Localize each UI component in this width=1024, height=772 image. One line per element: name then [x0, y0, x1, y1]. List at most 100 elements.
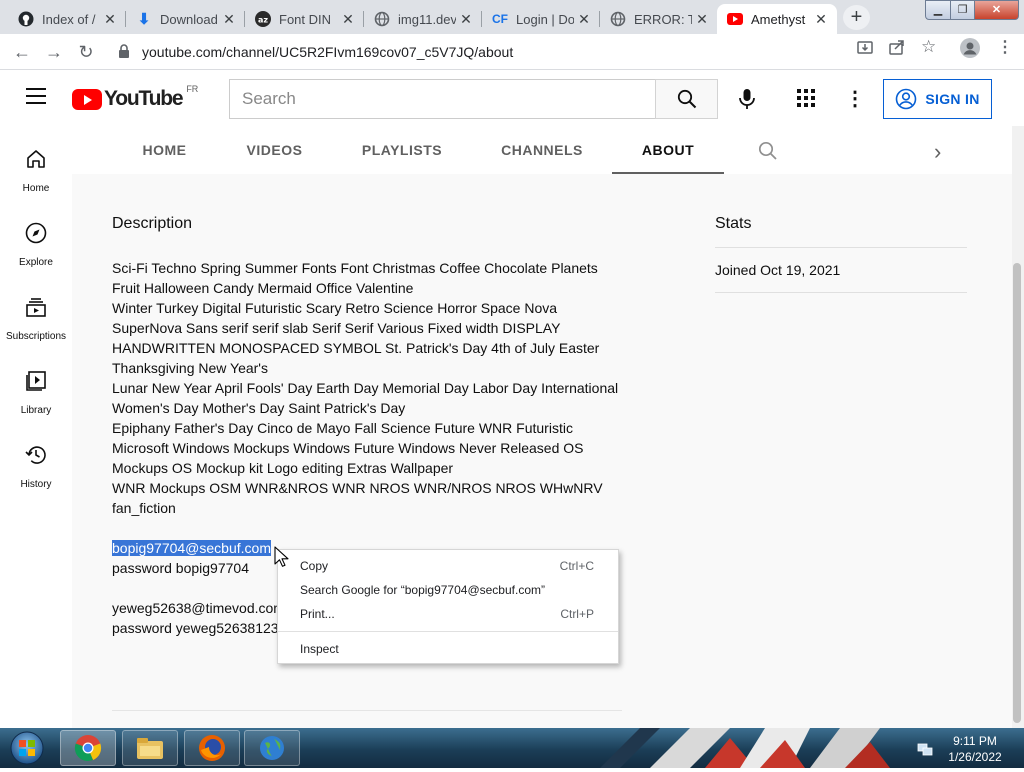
- start-button[interactable]: [3, 729, 51, 767]
- description-line: HANDWRITTEN MONOSPACED SYMBOL St. Patric…: [112, 340, 600, 356]
- reload-icon[interactable]: ↻: [72, 38, 100, 66]
- scrollbar-thumb[interactable]: [1013, 263, 1021, 723]
- explorer-icon: [137, 738, 163, 759]
- taskbar-clock[interactable]: 9:11 PM 1/26/2022: [940, 733, 1010, 765]
- browser-tab[interactable]: img11.dev ✕: [364, 4, 482, 34]
- font-site-icon: az: [255, 11, 271, 27]
- browser-tab[interactable]: az Font DIN ✕: [245, 4, 364, 34]
- sign-in-label: SIGN IN: [925, 91, 980, 107]
- masthead: YouTube FR ⋮ SIGN IN: [0, 70, 1024, 126]
- menu-item-label: Copy: [300, 559, 329, 573]
- divider: [112, 710, 622, 711]
- close-icon[interactable]: ✕: [692, 11, 712, 28]
- globe-icon: [374, 11, 390, 27]
- address-bar[interactable]: youtube.com/channel/UC5R2FIvm169cov07_c5…: [110, 37, 950, 67]
- share-icon[interactable]: [889, 39, 905, 59]
- tab-title: ERROR: Th: [634, 11, 692, 27]
- search-icon: [677, 89, 697, 109]
- close-icon[interactable]: ✕: [574, 11, 594, 28]
- taskbar-firefox[interactable]: [184, 730, 240, 766]
- guide-item-subscriptions[interactable]: Subscriptions: [0, 286, 72, 356]
- compass-icon: [25, 222, 47, 244]
- guide-item-library[interactable]: Library: [0, 360, 72, 430]
- guide-label: Subscriptions: [5, 331, 67, 342]
- chevron-right-icon[interactable]: ›: [934, 139, 941, 165]
- install-icon[interactable]: [857, 39, 873, 59]
- browser-tab[interactable]: ERROR: Th ✕: [600, 4, 718, 34]
- close-icon[interactable]: ✕: [811, 11, 831, 28]
- divider: [715, 247, 967, 248]
- tab-title: Download: [160, 11, 218, 27]
- guide-item-home[interactable]: Home: [0, 138, 72, 208]
- context-menu-inspect[interactable]: Inspect: [278, 638, 618, 660]
- context-menu-search-google[interactable]: Search Google for “bopig97704@secbuf.com…: [278, 579, 618, 601]
- search-button[interactable]: [655, 79, 718, 119]
- guide-item-explore[interactable]: Explore: [0, 212, 72, 282]
- close-icon[interactable]: ✕: [338, 11, 358, 28]
- globe-icon: [610, 11, 626, 27]
- tab-channels[interactable]: CHANNELS: [492, 126, 592, 174]
- close-icon[interactable]: ✕: [219, 11, 239, 28]
- browser-tab[interactable]: ⬇ Download ✕: [126, 4, 245, 34]
- guide-item-history[interactable]: History: [0, 434, 72, 504]
- maximize-button[interactable]: ❐: [950, 0, 975, 20]
- menu-item-shortcut: Ctrl+C: [559, 559, 594, 573]
- guide-label: History: [20, 479, 52, 490]
- network-icon[interactable]: [917, 740, 933, 756]
- description-line: Microsoft Windows Mockups Windows Future…: [112, 440, 584, 456]
- logo-text: YouTube: [104, 87, 184, 110]
- context-menu-copy[interactable]: Copy Ctrl+C: [278, 555, 618, 577]
- taskbar-explorer[interactable]: [122, 730, 178, 766]
- lock-icon: [118, 44, 130, 61]
- selected-email[interactable]: bopig97704@secbuf.com: [112, 540, 271, 556]
- tab-playlists[interactable]: PLAYLISTS: [352, 126, 452, 174]
- window-close-button[interactable]: ✕: [974, 0, 1019, 20]
- back-icon[interactable]: ←: [8, 38, 36, 66]
- close-icon[interactable]: ✕: [456, 11, 476, 28]
- tab-title: Login | Do: [516, 11, 574, 27]
- page-scrollbar[interactable]: [1012, 126, 1024, 728]
- guide-label: Explore: [19, 257, 53, 268]
- mouse-cursor-icon: [274, 546, 289, 567]
- forward-icon[interactable]: →: [40, 38, 68, 66]
- stats-heading: Stats: [715, 215, 752, 232]
- cloudflare-icon: CF: [492, 12, 508, 26]
- search-icon[interactable]: [758, 141, 778, 161]
- menu-item-label: Inspect: [300, 642, 339, 656]
- microphone-icon[interactable]: [734, 86, 760, 112]
- taskbar-globe-app[interactable]: [244, 730, 300, 766]
- search-input[interactable]: [230, 80, 656, 118]
- joined-date: Joined Oct 19, 2021: [715, 262, 841, 278]
- download-icon: ⬇: [137, 11, 151, 28]
- settings-more-icon[interactable]: ⋮: [845, 88, 865, 110]
- search-box[interactable]: [229, 79, 656, 119]
- youtube-logo[interactable]: YouTube FR: [72, 84, 198, 111]
- browser-tab[interactable]: CF Login | Do ✕: [482, 4, 600, 34]
- browser-tab[interactable]: Index of / ✕: [8, 4, 126, 34]
- browser-tab-active[interactable]: Amethyst ✕: [717, 4, 837, 34]
- tab-title: Index of /: [42, 11, 96, 27]
- tab-about[interactable]: ABOUT: [612, 126, 724, 174]
- windows-start-icon: [10, 731, 44, 765]
- profile-icon[interactable]: [960, 38, 980, 62]
- taskbar-chrome[interactable]: [60, 730, 116, 766]
- bookmark-star-icon[interactable]: ☆: [921, 37, 936, 57]
- sign-in-button[interactable]: SIGN IN: [883, 79, 992, 119]
- description-line: Epiphany Father's Day Cinco de Mayo Fall…: [112, 420, 573, 436]
- description-line: Fruit Halloween Candy Mermaid Office Val…: [112, 280, 414, 296]
- context-menu-print[interactable]: Print... Ctrl+P: [278, 603, 618, 625]
- tab-home[interactable]: HOME: [122, 126, 207, 174]
- svg-text:az: az: [258, 16, 268, 25]
- context-menu: Copy Ctrl+C Search Google for “bopig9770…: [277, 549, 619, 664]
- apps-grid-icon[interactable]: [796, 88, 818, 110]
- menu-icon[interactable]: [26, 88, 46, 104]
- browser-toolbar: ← → ↻ youtube.com/channel/UC5R2FIvm169co…: [0, 34, 1024, 70]
- new-tab-button[interactable]: +: [843, 5, 870, 30]
- description-line: Thanksgiving New Year's: [112, 360, 268, 376]
- close-icon[interactable]: ✕: [100, 11, 120, 28]
- chrome-menu-icon[interactable]: ⋮: [997, 37, 1013, 57]
- github-icon: [18, 11, 34, 27]
- tab-videos[interactable]: VIDEOS: [232, 126, 317, 174]
- youtube-play-icon: [72, 88, 102, 110]
- minimize-button[interactable]: ▁: [925, 0, 951, 20]
